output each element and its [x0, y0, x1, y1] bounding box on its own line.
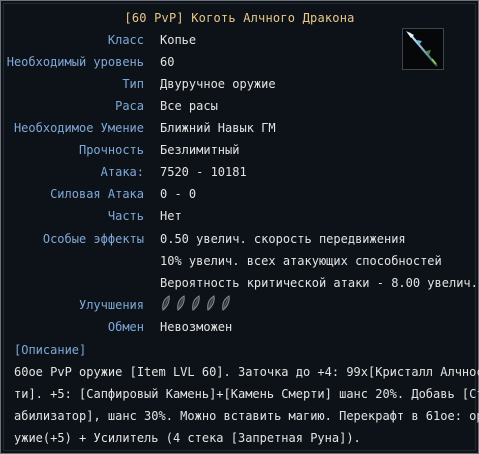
special-effect-line: Вероятность критической атаки - 8.00 уве…: [160, 276, 478, 290]
attr-label-type: Тип: [122, 77, 144, 91]
attr-value-force-attack: 0 - 0: [160, 187, 197, 201]
special-effects-label: Особые эффекты: [42, 232, 144, 246]
attr-label-required-skill: Необходимое Умение: [13, 121, 144, 135]
description-line: 60ое PvP оружие [Item LVL 60]. Заточка д…: [14, 365, 479, 379]
description-line: ти]. +5: [Сапфировый Камень]+[Камень Сме…: [14, 387, 479, 401]
empty-upgrade-slot-icon: [207, 295, 215, 311]
attr-label-force-attack: Силовая Атака: [50, 187, 144, 201]
special-effect-line: 10% увелич. всех атакующих способностей: [160, 254, 442, 268]
description-line: абилизатор], шанс 30%. Можно вставить ма…: [14, 409, 479, 423]
attr-label-required-level: Необходимый уровень: [6, 55, 144, 69]
empty-upgrade-slot-icon: [177, 295, 185, 311]
item-title: [60 PvP] Коготь Алчного Дракона: [124, 11, 355, 25]
attr-value-required-skill: Ближний Навык ГМ: [160, 121, 276, 135]
attr-label-race: Раса: [115, 99, 144, 113]
item-tooltip: [60 PvP] Коготь Алчного Дракона Класс Ко…: [0, 0, 479, 454]
attr-value-attack: 7520 - 10181: [160, 165, 247, 179]
special-effect-line: 0.50 увелич. скорость передвижения: [160, 232, 406, 246]
description-header: [Описание]: [14, 343, 87, 357]
attr-label-attack: Атака:: [100, 165, 144, 179]
empty-upgrade-slot-icon: [192, 295, 200, 311]
upgrades-label: Улучшения: [78, 298, 144, 312]
attr-value-required-level: 60: [160, 55, 175, 69]
empty-upgrade-slot-icon: [162, 295, 170, 311]
spear-weapon-icon: [402, 28, 444, 70]
attr-value-race: Все расы: [160, 99, 218, 113]
attr-label-class: Класс: [107, 33, 144, 47]
upgrade-slots: [160, 295, 232, 313]
attr-value-class: Копье: [160, 33, 197, 47]
attr-label-part: Часть: [107, 209, 144, 223]
attr-value-type: Двуручное оружие: [160, 77, 276, 91]
exchange-label: Обмен: [107, 320, 144, 334]
exchange-value: Невозможен: [160, 320, 233, 334]
attr-label-durability: Прочность: [78, 143, 144, 157]
attr-value-part: Нет: [160, 209, 182, 223]
empty-upgrade-slot-icon: [222, 295, 230, 311]
description-line: ужие(+5) + Усилитель (4 стека [Запретная…: [14, 431, 361, 445]
attr-value-durability: Безлимитный: [160, 143, 240, 157]
